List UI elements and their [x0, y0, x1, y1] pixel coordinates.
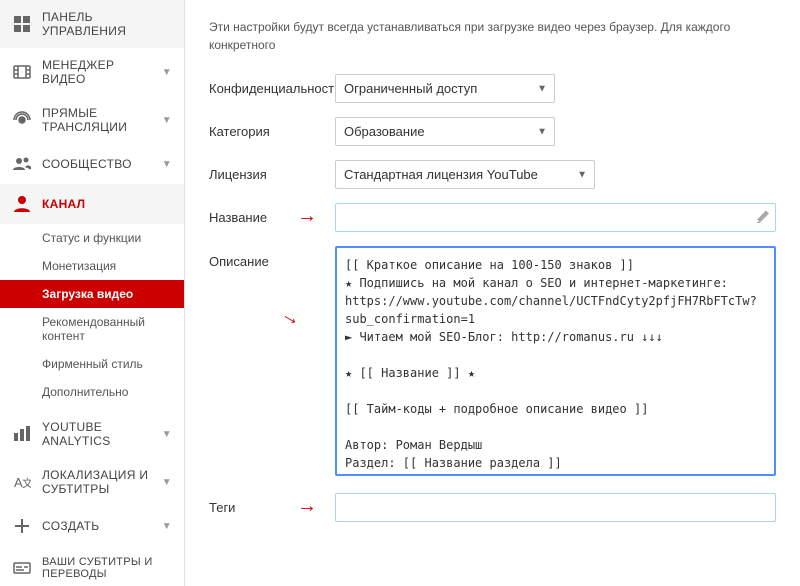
- chevron-down-icon: ▼: [162, 477, 172, 488]
- sidebar-label-community: СООБЩЕСТВО: [42, 157, 132, 171]
- sidebar-label-subtitles: ВАШИ СУБТИТРЫ И ПЕРЕВОДЫ: [42, 556, 172, 580]
- sidebar-label-live: ПРЯМЫЕ ТРАНСЛЯЦИИ: [42, 106, 152, 134]
- person-icon: [12, 194, 32, 214]
- privacy-label: Конфиденциальность: [209, 74, 319, 96]
- description-textarea[interactable]: [335, 246, 776, 476]
- sidebar-item-subtitles[interactable]: ВАШИ СУБТИТРЫ И ПЕРЕВОДЫ: [0, 546, 184, 586]
- sidebar-item-live[interactable]: ПРЯМЫЕ ТРАНСЛЯЦИИ ▼: [0, 96, 184, 144]
- category-select[interactable]: Образование Развлечения Наука и технолог…: [335, 117, 555, 146]
- chevron-down-icon: ▼: [162, 429, 172, 440]
- sidebar-item-localization[interactable]: A 文 ЛОКАЛИЗАЦИЯ И СУБТИТРЫ ▼: [0, 458, 184, 506]
- license-select[interactable]: Стандартная лицензия YouTube Creative Co…: [335, 160, 595, 189]
- arrow-description-indicator: →: [277, 303, 306, 333]
- film-icon: [12, 62, 32, 82]
- category-row: Категория Образование Развлечения Наука …: [209, 117, 776, 146]
- sidebar-subitem-style[interactable]: Фирменный стиль: [0, 350, 184, 378]
- plus-icon: [12, 516, 32, 536]
- license-label: Лицензия: [209, 160, 319, 182]
- sidebar-item-analytics[interactable]: YOUTUBE ANALYTICS ▼: [0, 410, 184, 458]
- chevron-down-icon: ▼: [162, 115, 172, 126]
- description-row: Описание →: [209, 246, 776, 479]
- bar-chart-icon: [12, 424, 32, 444]
- name-row: Название →: [209, 203, 776, 232]
- license-control: Стандартная лицензия YouTube Creative Co…: [335, 160, 776, 189]
- sidebar-subitem-recommended[interactable]: Рекомендованный контент: [0, 308, 184, 350]
- sidebar: ПАНЕЛЬ УПРАВЛЕНИЯ МЕНЕДЖЕР ВИДЕО ▼ П: [0, 0, 185, 586]
- privacy-select[interactable]: Ограниченный доступ Открытый доступ Скры…: [335, 74, 555, 103]
- sidebar-label-channel: КАНАЛ: [42, 197, 85, 211]
- sidebar-label-create: СОЗДАТЬ: [42, 519, 99, 533]
- chevron-down-icon: ▼: [162, 67, 172, 78]
- sidebar-label-localization: ЛОКАЛИЗАЦИЯ И СУБТИТРЫ: [42, 468, 152, 496]
- category-select-wrapper: Образование Развлечения Наука и технолог…: [335, 117, 555, 146]
- name-input[interactable]: [335, 203, 776, 232]
- privacy-control: Ограниченный доступ Открытый доступ Скры…: [335, 74, 776, 103]
- license-row: Лицензия Стандартная лицензия YouTube Cr…: [209, 160, 776, 189]
- sidebar-item-create[interactable]: СОЗДАТЬ ▼: [0, 506, 184, 546]
- page-description: Эти настройки будут всегда устанавливать…: [209, 18, 776, 54]
- sidebar-subitem-upload[interactable]: Загрузка видео: [0, 280, 184, 308]
- people-icon: [12, 154, 32, 174]
- sidebar-item-community[interactable]: СООБЩЕСТВО ▼: [0, 144, 184, 184]
- tags-row: Теги →: [209, 493, 776, 522]
- privacy-row: Конфиденциальность Ограниченный доступ О…: [209, 74, 776, 103]
- privacy-select-wrapper: Ограниченный доступ Открытый доступ Скры…: [335, 74, 555, 103]
- translate-icon: A 文: [12, 472, 32, 492]
- arrow-name-indicator: →: [297, 205, 317, 228]
- sidebar-item-dashboard[interactable]: ПАНЕЛЬ УПРАВЛЕНИЯ: [0, 0, 184, 48]
- sidebar-subitem-status[interactable]: Статус и функции: [0, 224, 184, 252]
- name-input-wrapper: [335, 203, 776, 232]
- sidebar-item-video-manager[interactable]: МЕНЕДЖЕР ВИДЕО ▼: [0, 48, 184, 96]
- sidebar-subitem-monetization[interactable]: Монетизация: [0, 252, 184, 280]
- license-select-wrapper: Стандартная лицензия YouTube Creative Co…: [335, 160, 595, 189]
- description-wrapper: [335, 246, 776, 479]
- caption-icon: [12, 558, 32, 578]
- category-label: Категория: [209, 117, 319, 139]
- tags-input-wrapper: [335, 493, 776, 522]
- grid-icon: [12, 14, 32, 34]
- category-control: Образование Развлечения Наука и технолог…: [335, 117, 776, 146]
- sidebar-label-analytics: YOUTUBE ANALYTICS: [42, 420, 152, 448]
- sidebar-label-video-manager: МЕНЕДЖЕР ВИДЕО: [42, 58, 152, 86]
- edit-icon: [756, 209, 770, 226]
- svg-text:文: 文: [22, 476, 31, 490]
- radio-icon: [12, 110, 32, 130]
- tags-input[interactable]: [335, 493, 776, 522]
- arrow-tags-indicator: →: [297, 495, 317, 518]
- chevron-down-icon: ▼: [162, 159, 172, 170]
- sidebar-label-dashboard: ПАНЕЛЬ УПРАВЛЕНИЯ: [42, 10, 172, 38]
- sidebar-item-channel[interactable]: КАНАЛ: [0, 184, 184, 224]
- description-label: Описание: [209, 246, 319, 269]
- chevron-down-icon: ▼: [162, 521, 172, 532]
- main-content: Эти настройки будут всегда устанавливать…: [185, 0, 800, 586]
- sidebar-subitem-advanced[interactable]: Дополнительно: [0, 378, 184, 406]
